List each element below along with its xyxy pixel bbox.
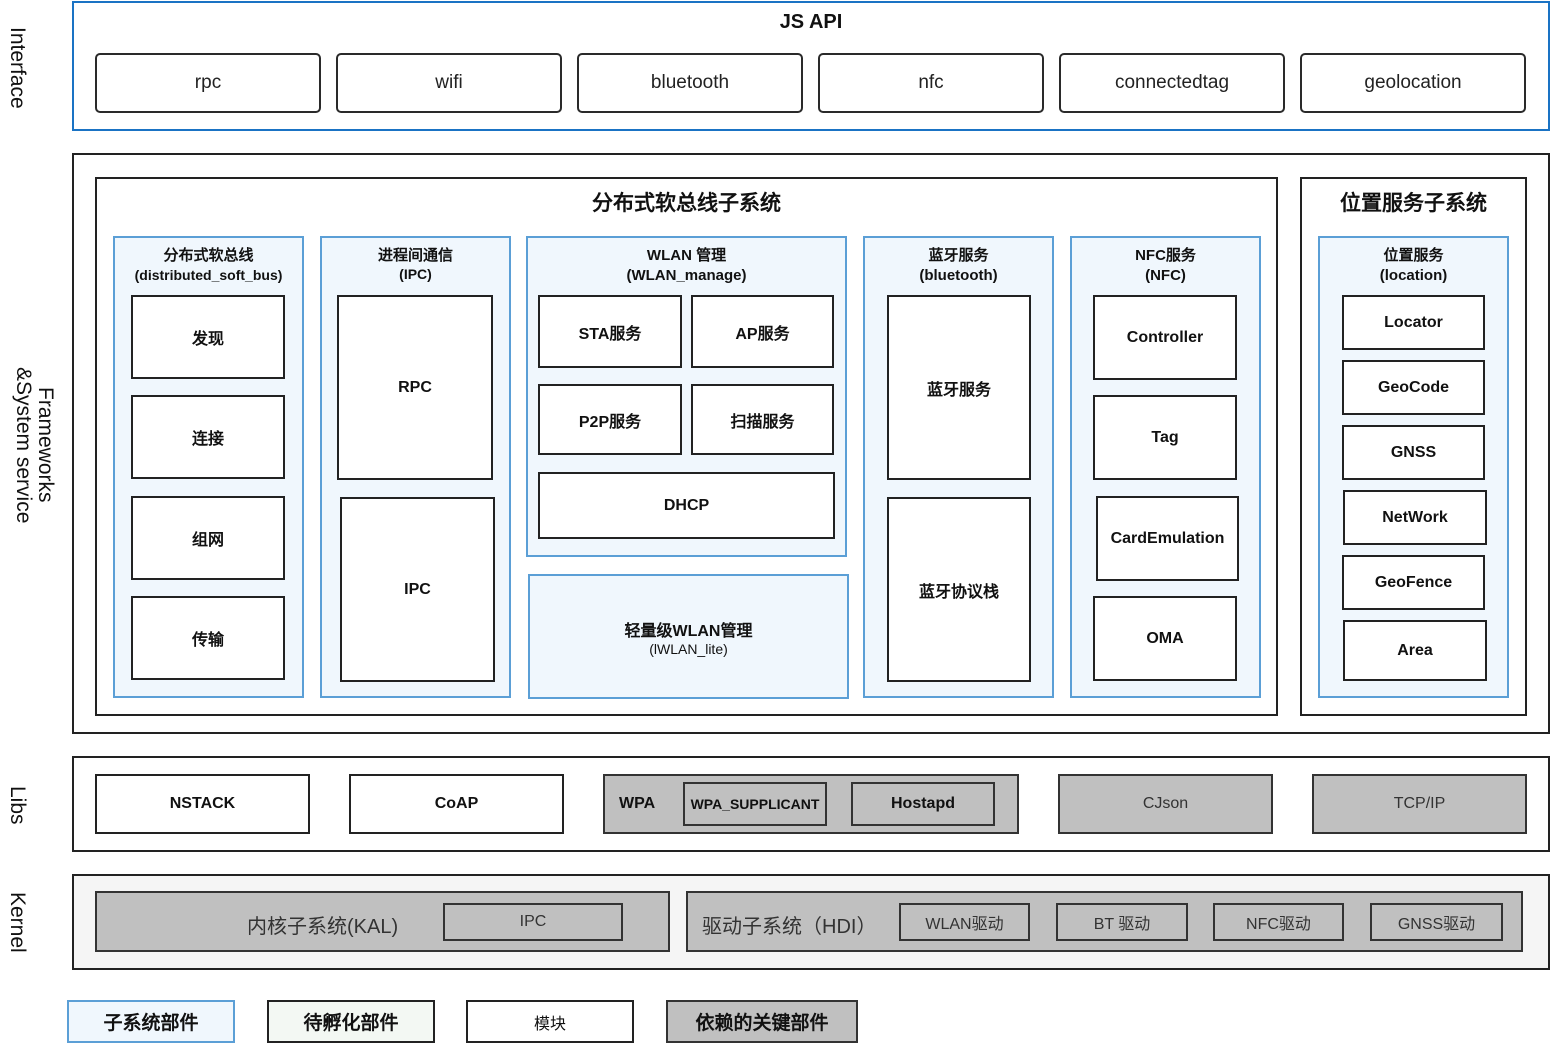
- part-nfc-title: NFC服务: [1135, 247, 1196, 264]
- module-bluetooth-stack: 蓝牙协议栈: [887, 497, 1031, 682]
- layer-label-interface: Interface: [6, 27, 29, 109]
- legend-incubating-part: 待孵化部件: [267, 1000, 435, 1043]
- api-bluetooth[interactable]: bluetooth: [577, 53, 803, 113]
- lib-wpa-supplicant: WPA_SUPPLICANT: [683, 782, 827, 826]
- part-wlan-lite: 轻量级WLAN管理 (lWLAN_lite): [528, 574, 849, 699]
- part-ipc-subtitle: (IPC): [399, 266, 432, 282]
- lib-cjson: CJson: [1058, 774, 1273, 834]
- module-tag: Tag: [1093, 395, 1237, 480]
- kernel-kal-label: 内核子系统(KAL): [247, 916, 399, 938]
- module-controller: Controller: [1093, 295, 1237, 380]
- module-oma: OMA: [1093, 596, 1237, 681]
- module-transmission: 传输: [131, 596, 285, 680]
- module-scan-service: 扫描服务: [691, 384, 834, 455]
- api-wifi[interactable]: wifi: [336, 53, 562, 113]
- part-wlan-title: WLAN 管理: [646, 247, 727, 264]
- module-ap-service: AP服务: [691, 295, 834, 368]
- api-connectedtag[interactable]: connectedtag: [1059, 53, 1285, 113]
- lib-hostapd: Hostapd: [851, 782, 995, 826]
- module-connection: 连接: [131, 395, 285, 479]
- part-softbus-subtitle: (distributed_soft_bus): [134, 267, 283, 283]
- part-wlan-lite-subtitle: (lWLAN_lite): [649, 640, 728, 657]
- driver-gnss: GNSS驱动: [1370, 903, 1503, 941]
- part-softbus-title: 分布式软总线: [163, 247, 254, 264]
- module-dhcp: DHCP: [538, 472, 835, 539]
- js-api-title: JS API: [779, 11, 843, 33]
- module-discovery: 发现: [131, 295, 285, 379]
- driver-bt: BT 驱动: [1056, 903, 1188, 941]
- driver-nfc: NFC驱动: [1213, 903, 1344, 941]
- part-ipc-title: 进程间通信: [377, 247, 453, 264]
- location-subsystem-title: 位置服务子系统: [1340, 192, 1487, 215]
- part-wlan-lite-title: 轻量级WLAN管理: [624, 622, 753, 640]
- part-location-title: 位置服务: [1383, 247, 1444, 264]
- layer-label-libs: Libs: [6, 785, 29, 825]
- part-bluetooth-subtitle: (bluetooth): [919, 267, 998, 284]
- layer-label-frameworks: Frameworks &System service: [11, 366, 57, 524]
- module-rpc: RPC: [337, 295, 493, 480]
- softbus-subsystem-title: 分布式软总线子系统: [592, 192, 781, 215]
- driver-wlan: WLAN驱动: [899, 903, 1030, 941]
- layer-label-kernel: Kernel: [6, 892, 29, 953]
- legend-module: 模块: [466, 1000, 634, 1043]
- kernel-kal-ipc: IPC: [443, 903, 623, 941]
- api-rpc[interactable]: rpc: [95, 53, 321, 113]
- module-bluetooth-service: 蓝牙服务: [887, 295, 1031, 480]
- part-location-subtitle: (location): [1379, 267, 1448, 284]
- kernel-hdi-label: 驱动子系统（HDI）: [702, 916, 877, 938]
- lib-wpa-label: WPA: [619, 795, 656, 812]
- module-area: Area: [1343, 620, 1487, 681]
- module-locator: Locator: [1342, 295, 1485, 350]
- lib-tcpip: TCP/IP: [1312, 774, 1527, 834]
- module-card-emulation: CardEmulation: [1096, 496, 1239, 581]
- lib-nstack: NSTACK: [95, 774, 310, 834]
- api-nfc[interactable]: nfc: [818, 53, 1044, 113]
- module-ipc: IPC: [340, 497, 495, 682]
- lib-coap: CoAP: [349, 774, 564, 834]
- module-geocode: GeoCode: [1342, 360, 1485, 415]
- part-bluetooth-title: 蓝牙服务: [928, 247, 989, 264]
- part-nfc-subtitle: (NFC): [1145, 267, 1186, 284]
- legend-subsystem-part: 子系统部件: [67, 1000, 235, 1043]
- module-network: NetWork: [1343, 490, 1487, 545]
- part-wlan-subtitle: (WLAN_manage): [626, 267, 747, 284]
- legend-dependency: 依赖的关键部件: [666, 1000, 858, 1043]
- module-gnss: GNSS: [1342, 425, 1485, 480]
- module-geofence: GeoFence: [1342, 555, 1485, 610]
- module-sta-service: STA服务: [538, 295, 682, 368]
- module-p2p-service: P2P服务: [538, 384, 682, 455]
- module-networking: 组网: [131, 496, 285, 580]
- api-geolocation[interactable]: geolocation: [1300, 53, 1526, 113]
